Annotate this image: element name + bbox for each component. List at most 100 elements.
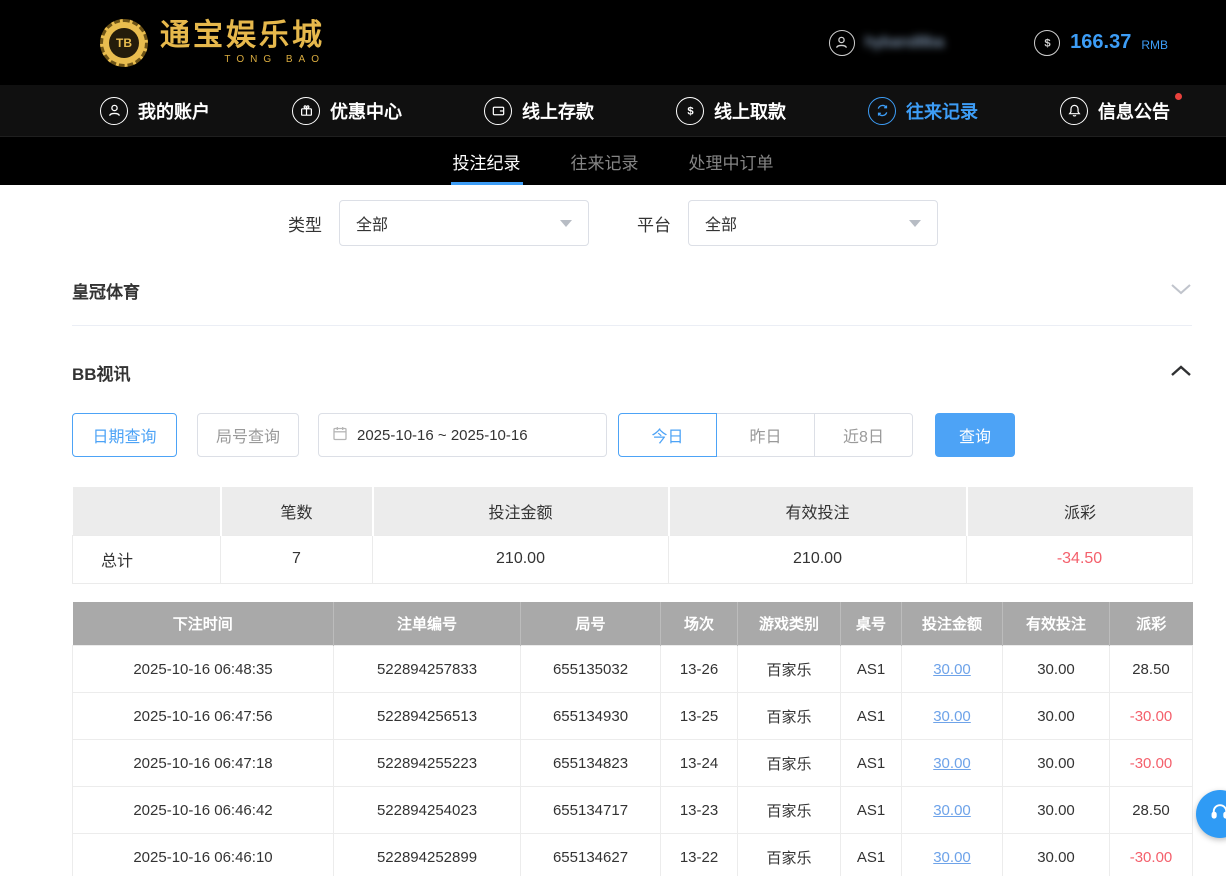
summary-col-blank (73, 487, 221, 535)
col-bet-amount: 投注金额 (902, 602, 1003, 646)
nav-item-deposit[interactable]: 线上存款 (484, 97, 594, 125)
gift-icon (292, 97, 320, 125)
cell-bet-amount-link[interactable]: 30.00 (902, 646, 1003, 693)
bb-video-title: BB视讯 (72, 360, 131, 385)
nav-item-records[interactable]: 往来记录 (868, 97, 978, 125)
svg-text:$: $ (1044, 37, 1051, 49)
cell-bet-id: 522894254023 (334, 787, 521, 834)
nav-label: 线上取款 (714, 98, 786, 124)
cell-valid-bet: 30.00 (1003, 740, 1110, 787)
cell-table-no: AS1 (841, 787, 902, 834)
cell-bet-time: 2025-10-16 06:46:42 (73, 787, 334, 834)
cell-table-no: AS1 (841, 834, 902, 876)
chevron-up-icon[interactable] (1170, 364, 1192, 382)
tab-bet-records[interactable]: 投注纪录 (451, 137, 523, 185)
crown-sports-title: 皇冠体育 (72, 278, 140, 303)
last-8-days-button[interactable]: 近8日 (814, 413, 913, 457)
balance[interactable]: $ 166.37 RMB (1034, 30, 1168, 56)
user-account[interactable]: hyband8ba (829, 30, 944, 56)
username: hyband8ba (865, 34, 944, 52)
cell-bet-id: 522894255223 (334, 740, 521, 787)
section-divider (72, 325, 1192, 326)
summary-col-count: 笔数 (221, 487, 373, 535)
summary-col-valid: 有效投注 (669, 487, 967, 535)
col-valid-bet: 有效投注 (1003, 602, 1110, 646)
cell-game: 百家乐 (738, 693, 841, 740)
summary-total-row: 总计 7 210.00 210.00 -34.50 (73, 535, 1193, 583)
date-range-text: 2025-10-16 ~ 2025-10-16 (357, 427, 528, 444)
logo-subtitle: TONG BAO (160, 54, 325, 65)
header-right: hyband8ba $ 166.37 RMB (829, 30, 1168, 56)
cell-valid-bet: 30.00 (1003, 834, 1110, 876)
type-select[interactable]: 全部 (339, 200, 589, 246)
svg-text:$: $ (687, 105, 694, 117)
caret-down-icon (560, 220, 572, 227)
cell-payout: -30.00 (1110, 740, 1193, 787)
cell-game: 百家乐 (738, 834, 841, 876)
yesterday-button[interactable]: 昨日 (716, 413, 815, 457)
nav-label: 优惠中心 (330, 98, 402, 124)
cell-bet-amount-link[interactable]: 30.00 (902, 787, 1003, 834)
section-crown-sports[interactable]: 皇冠体育 (72, 278, 1192, 303)
logo-title: 通宝娱乐城 (160, 21, 325, 51)
site-logo[interactable]: TB 通宝娱乐城 TONG BAO (100, 19, 325, 67)
type-label: 类型 (288, 211, 322, 236)
cell-round: 655134823 (521, 740, 661, 787)
cell-session: 13-24 (661, 740, 738, 787)
round-query-button[interactable]: 局号查询 (197, 413, 299, 457)
table-header-row: 下注时间 注单编号 局号 场次 游戏类别 桌号 投注金额 有效投注 派彩 (73, 602, 1193, 646)
platform-select[interactable]: 全部 (688, 200, 938, 246)
cell-round: 655134717 (521, 787, 661, 834)
cell-bet-time: 2025-10-16 06:47:18 (73, 740, 334, 787)
tab-transaction-records[interactable]: 往来记录 (569, 137, 641, 185)
cell-bet-time: 2025-10-16 06:47:56 (73, 693, 334, 740)
quick-range-group: 今日 昨日 近8日 (618, 413, 913, 457)
search-button[interactable]: 查询 (935, 413, 1015, 457)
table-row: 2025-10-16 06:48:35 522894257833 6551350… (73, 646, 1193, 693)
nav-item-promotions[interactable]: 优惠中心 (292, 97, 402, 125)
today-button[interactable]: 今日 (618, 413, 717, 457)
table-row: 2025-10-16 06:46:42 522894254023 6551347… (73, 787, 1193, 834)
date-query-button[interactable]: 日期查询 (72, 413, 177, 457)
cell-bet-amount-link[interactable]: 30.00 (902, 740, 1003, 787)
cell-round: 655135032 (521, 646, 661, 693)
nav-item-my-account[interactable]: 我的账户 (100, 97, 210, 125)
cell-bet-amount-link[interactable]: 30.00 (902, 693, 1003, 740)
cell-table-no: AS1 (841, 646, 902, 693)
cell-bet-time: 2025-10-16 06:46:10 (73, 834, 334, 876)
nav-item-withdrawal[interactable]: $ 线上取款 (676, 97, 786, 125)
user-icon (829, 30, 855, 56)
cell-game: 百家乐 (738, 787, 841, 834)
cell-bet-id: 522894256513 (334, 693, 521, 740)
cell-valid-bet: 30.00 (1003, 646, 1110, 693)
bet-records-table: 下注时间 注单编号 局号 场次 游戏类别 桌号 投注金额 有效投注 派彩 202… (72, 602, 1193, 876)
chevron-down-icon[interactable] (1170, 282, 1192, 300)
date-range-input[interactable]: 2025-10-16 ~ 2025-10-16 (318, 413, 607, 457)
section-bb-video[interactable]: BB视讯 (72, 360, 1192, 385)
table-row: 2025-10-16 06:47:18 522894255223 6551348… (73, 740, 1193, 787)
cell-session: 13-22 (661, 834, 738, 876)
tab-processing-orders[interactable]: 处理中订单 (687, 137, 776, 185)
cell-bet-amount-link[interactable]: 30.00 (902, 834, 1003, 876)
col-round: 局号 (521, 602, 661, 646)
logo-chip-icon: TB (100, 19, 148, 67)
nav-label: 线上存款 (522, 98, 594, 124)
col-payout: 派彩 (1110, 602, 1193, 646)
cell-bet-time: 2025-10-16 06:48:35 (73, 646, 334, 693)
nav-label: 往来记录 (906, 98, 978, 124)
calendar-icon (332, 425, 348, 445)
account-icon (100, 97, 128, 125)
cell-valid-bet: 30.00 (1003, 693, 1110, 740)
col-game-type: 游戏类别 (738, 602, 841, 646)
nav-item-announcements[interactable]: 信息公告 (1060, 97, 1170, 125)
cell-payout: -30.00 (1110, 834, 1193, 876)
cell-round: 655134930 (521, 693, 661, 740)
platform-filter: 平台 全部 (637, 200, 938, 246)
nav-label: 我的账户 (138, 98, 210, 124)
type-filter: 类型 全部 (288, 200, 589, 246)
balance-amount: 166.37 (1070, 31, 1131, 54)
cell-session: 13-23 (661, 787, 738, 834)
deposit-icon (484, 97, 512, 125)
cell-round: 655134627 (521, 834, 661, 876)
balance-currency: RMB (1141, 38, 1168, 52)
